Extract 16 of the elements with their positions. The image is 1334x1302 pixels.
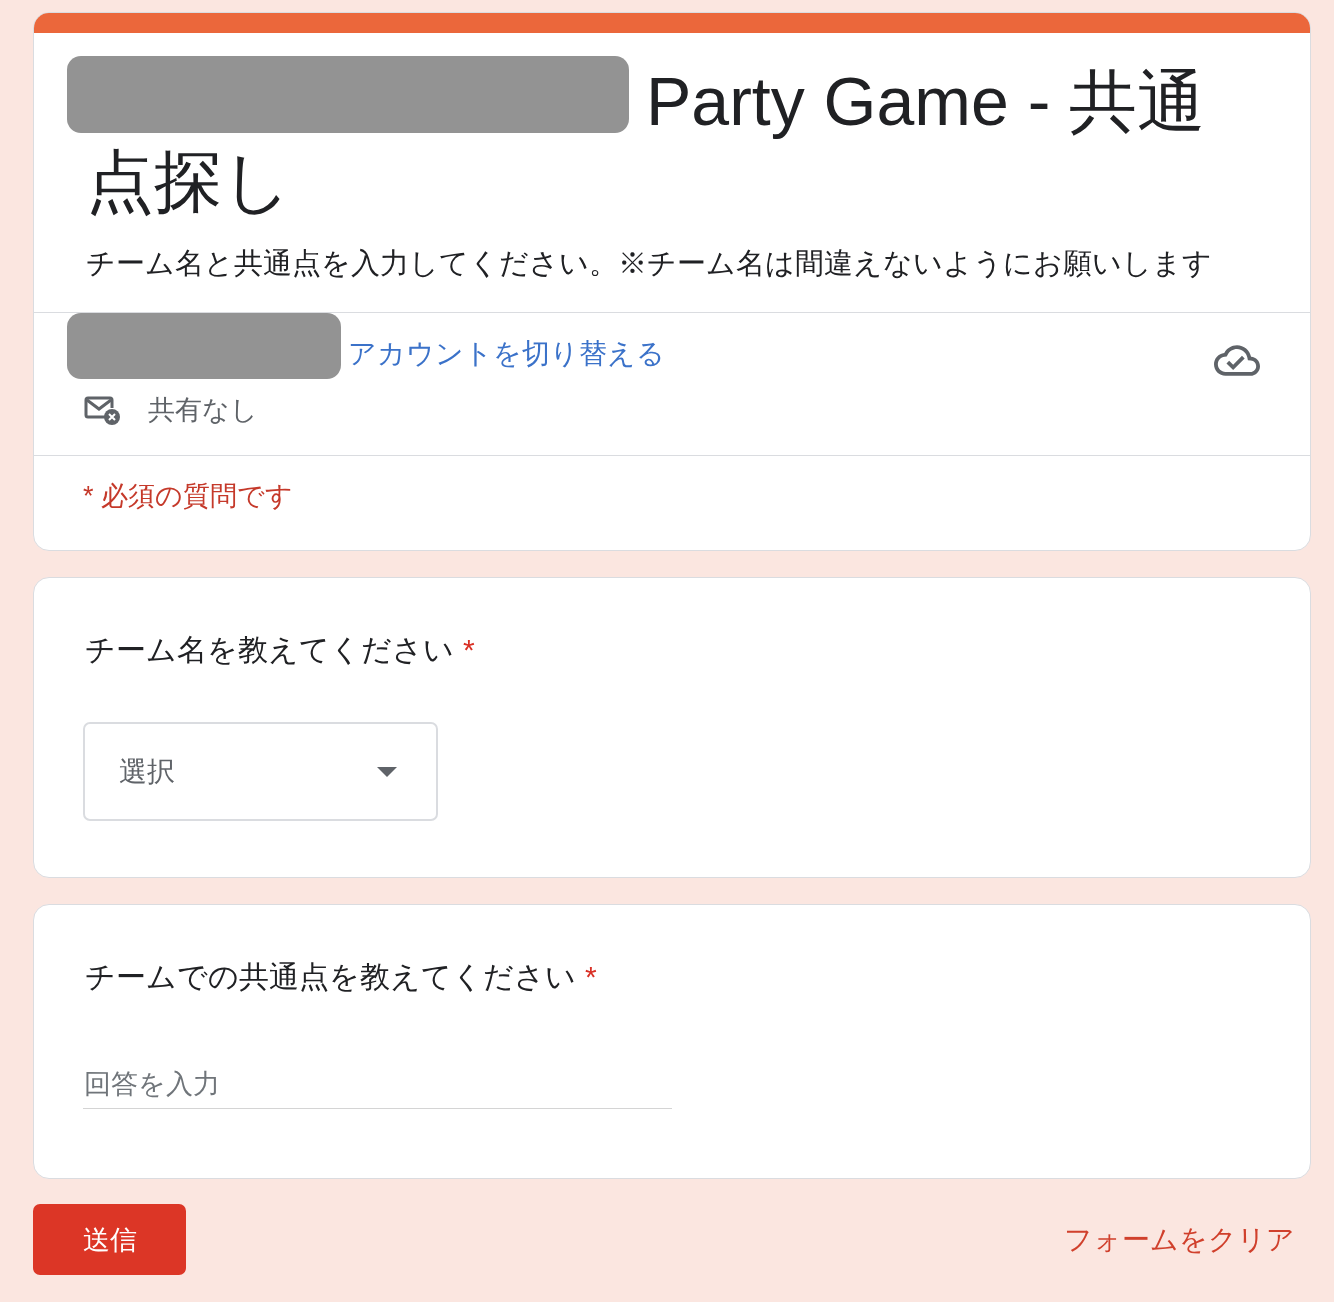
required-mark: * xyxy=(585,959,597,995)
sharing-status: 共有なし xyxy=(148,394,258,427)
select-dropdown[interactable]: 選択 xyxy=(83,722,438,821)
question-title: チームでの共通点を教えてください xyxy=(85,959,576,995)
clear-form-link[interactable]: フォームをクリア xyxy=(1064,1220,1295,1259)
caret-icon xyxy=(377,766,397,777)
mail-off-icon xyxy=(83,395,121,425)
required-mark: * xyxy=(463,632,475,668)
required-note: * 必須の質問です xyxy=(83,481,293,511)
cloud-check-icon xyxy=(1214,344,1260,376)
answer-input[interactable]: 回答を入力 xyxy=(83,1057,672,1109)
form-description: チーム名と共通点を入力してください。※チーム名は間違えないようにお願いします xyxy=(86,246,1213,281)
switch-account-link[interactable]: アカウントを切り替える xyxy=(348,336,665,372)
form-title: Party Game - 共通点探し xyxy=(86,62,1207,221)
submit-button[interactable]: 送信 xyxy=(33,1204,186,1275)
question-title: チーム名を教えてください xyxy=(85,632,454,668)
